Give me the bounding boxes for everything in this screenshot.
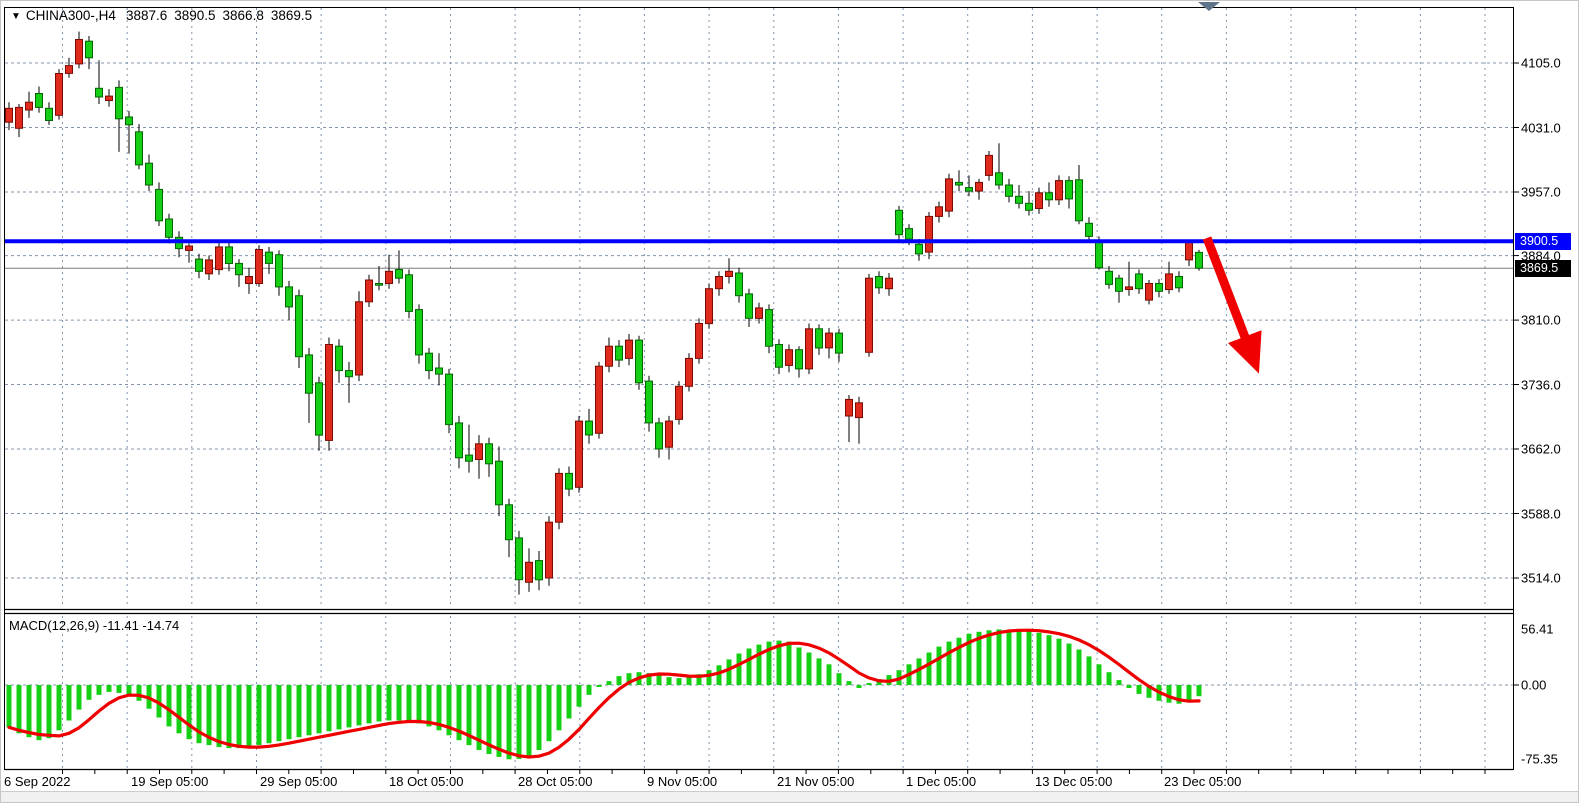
bottom-scroll-strip[interactable] — [1, 791, 1579, 803]
symbol-dropdown-icon[interactable]: ▼ — [11, 11, 21, 22]
hline-price-tag: 3900.5 — [1515, 233, 1571, 250]
macd-axis-label: 0.00 — [1521, 678, 1546, 693]
time-axis-label: 9 Nov 05:00 — [647, 774, 717, 789]
ohlc-open: 3887.6 — [126, 8, 167, 23]
ohlc-high: 3890.5 — [174, 8, 215, 23]
price-axis-label: 3662.0 — [1521, 442, 1561, 457]
price-axis-label: 3736.0 — [1521, 377, 1561, 392]
time-axis-label: 23 Dec 05:00 — [1164, 774, 1241, 789]
symbol-timeframe-label: CHINA300-,H4 — [26, 8, 116, 23]
macd-indicator-label: MACD(12,26,9) -11.41 -14.74 — [9, 618, 179, 633]
scroll-to-end-icon[interactable] — [1198, 2, 1220, 11]
ohlc-close: 3869.5 — [271, 8, 312, 23]
time-axis-label: 6 Sep 2022 — [4, 774, 71, 789]
chart-title: ▼ CHINA300-,H4 3887.6 3890.5 3866.8 3869.5 — [11, 8, 312, 23]
time-axis-label: 19 Sep 05:00 — [131, 774, 208, 789]
macd-axis-label: -75.35 — [1521, 752, 1558, 767]
price-axis-label: 3514.0 — [1521, 571, 1561, 586]
time-axis-label: 29 Sep 05:00 — [260, 774, 337, 789]
macd-axis-label: 56.41 — [1521, 622, 1554, 637]
time-axis-label: 18 Oct 05:00 — [389, 774, 463, 789]
price-axis-label: 3810.0 — [1521, 313, 1561, 328]
trading-terminal-window: ▼ CHINA300-,H4 3887.6 3890.5 3866.8 3869.5 MA… — [0, 0, 1579, 803]
current-price-tag: 3869.5 — [1515, 260, 1571, 277]
price-axis-label: 4031.0 — [1521, 120, 1561, 135]
time-axis-label: 21 Nov 05:00 — [777, 774, 854, 789]
chart-canvas[interactable] — [1, 1, 1579, 803]
time-axis-label: 13 Dec 05:00 — [1035, 774, 1112, 789]
time-axis-label: 28 Oct 05:00 — [518, 774, 592, 789]
ohlc-low: 3866.8 — [223, 8, 264, 23]
price-axis-label: 3957.0 — [1521, 185, 1561, 200]
time-axis-label: 1 Dec 05:00 — [906, 774, 976, 789]
price-axis-label: 3588.0 — [1521, 506, 1561, 521]
price-axis-label: 4105.0 — [1521, 56, 1561, 71]
